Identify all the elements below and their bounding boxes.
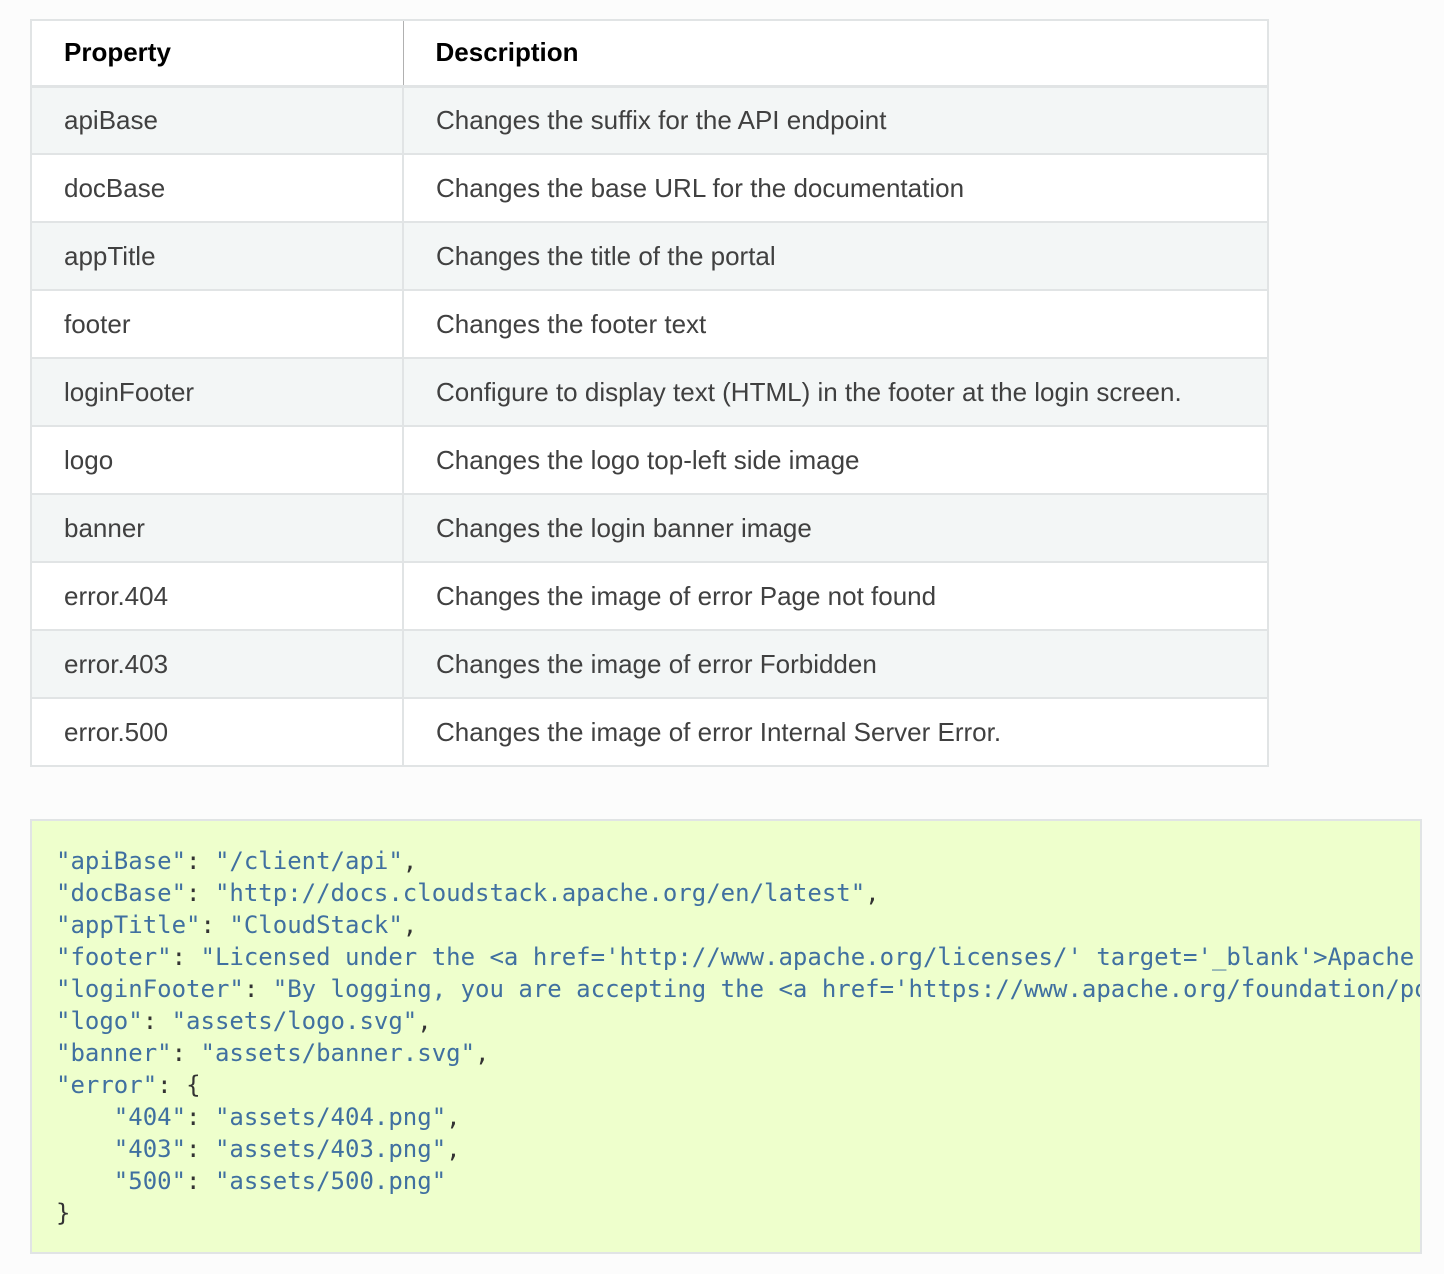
header-description: Description: [403, 20, 1268, 88]
description-cell: Configure to display text (HTML) in the …: [403, 357, 1268, 426]
description-cell: Changes the title of the portal: [403, 221, 1268, 290]
code-line: "loginFooter": "By logging, you are acce…: [56, 975, 1422, 1003]
property-cell: error.403: [31, 629, 404, 698]
code-line: "error": {: [56, 1071, 201, 1099]
property-cell: docBase: [31, 153, 404, 222]
table-row: error.500 Changes the image of error Int…: [31, 697, 1268, 766]
description-cell: Changes the base URL for the documentati…: [403, 153, 1268, 222]
description-cell: Changes the suffix for the API endpoint: [403, 85, 1268, 154]
code-line: "404": "assets/404.png",: [56, 1103, 461, 1131]
code-line: "403": "assets/403.png",: [56, 1135, 461, 1163]
property-cell: apiBase: [31, 85, 404, 154]
properties-table: Property Description apiBase Changes the…: [30, 19, 1269, 767]
code-line: "appTitle": "CloudStack",: [56, 911, 418, 939]
description-cell: Changes the image of error Internal Serv…: [403, 697, 1268, 766]
property-cell: banner: [31, 493, 404, 562]
code-line: "docBase": "http://docs.cloudstack.apach…: [56, 879, 880, 907]
table-header-row: Property Description: [31, 20, 1268, 88]
config-code-block[interactable]: "apiBase": "/client/api", "docBase": "ht…: [30, 819, 1422, 1254]
table-row: error.403 Changes the image of error For…: [31, 629, 1268, 698]
table-row: logo Changes the logo top-left side imag…: [31, 425, 1268, 494]
description-cell: Changes the logo top-left side image: [403, 425, 1268, 494]
property-cell: logo: [31, 425, 404, 494]
property-cell: error.500: [31, 697, 404, 766]
property-cell: loginFooter: [31, 357, 404, 426]
table-row: appTitle Changes the title of the portal: [31, 221, 1268, 290]
code-line: "500": "assets/500.png": [56, 1167, 447, 1195]
code-line: "apiBase": "/client/api",: [56, 847, 418, 875]
code-line: }: [56, 1199, 71, 1227]
table-row: docBase Changes the base URL for the doc…: [31, 153, 1268, 222]
description-cell: Changes the image of error Forbidden: [403, 629, 1268, 698]
table-row: loginFooter Configure to display text (H…: [31, 357, 1268, 426]
table-row: error.404 Changes the image of error Pag…: [31, 561, 1268, 630]
table-row: banner Changes the login banner image: [31, 493, 1268, 562]
code-line: "footer": "Licensed under the <a href='h…: [56, 943, 1415, 971]
property-cell: footer: [31, 289, 404, 358]
code-line: "logo": "assets/logo.svg",: [56, 1007, 432, 1035]
property-cell: error.404: [31, 561, 404, 630]
header-property: Property: [31, 20, 404, 88]
table-row: apiBase Changes the suffix for the API e…: [31, 85, 1268, 154]
property-cell: appTitle: [31, 221, 404, 290]
description-cell: Changes the login banner image: [403, 493, 1268, 562]
description-cell: Changes the footer text: [403, 289, 1268, 358]
table-row: footer Changes the footer text: [31, 289, 1268, 358]
description-cell: Changes the image of error Page not foun…: [403, 561, 1268, 630]
code-line: "banner": "assets/banner.svg",: [56, 1039, 490, 1067]
code-content: "apiBase": "/client/api", "docBase": "ht…: [32, 821, 1420, 1229]
